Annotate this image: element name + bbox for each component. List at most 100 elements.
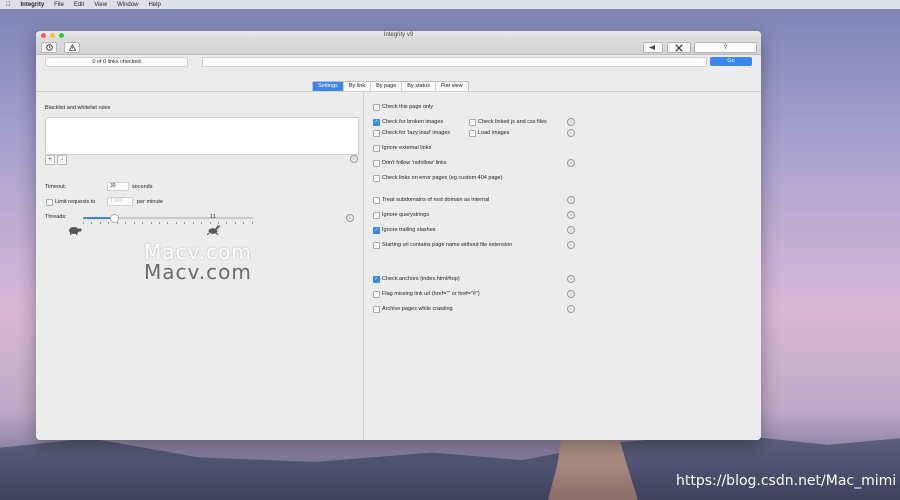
option-checkbox-14[interactable] — [373, 306, 380, 313]
option-checkbox-0[interactable] — [373, 104, 380, 111]
menu-window[interactable]: Window — [117, 2, 138, 8]
threads-slider-tick — [201, 222, 203, 224]
tab-flat-view[interactable]: Flat view — [436, 82, 468, 91]
option-info-icon-8[interactable]: i — [567, 196, 575, 204]
threads-max-label: 11 — [210, 214, 216, 220]
app-window: Integrity v9 ? 0 of 0 links checked Go S… — [36, 31, 761, 440]
option-label-1: Check for broken images — [382, 119, 444, 125]
rules-label: Blacklist and whitelist rules — [45, 105, 111, 111]
progress-row: 0 of 0 links checked Go — [36, 55, 761, 70]
tab-by-page[interactable]: By page — [371, 82, 403, 91]
option-label-6: Don't follow 'nofollow' links — [382, 160, 447, 166]
tab-settings[interactable]: Settings — [313, 82, 344, 91]
threads-slider-tick — [83, 222, 84, 224]
clock-button[interactable] — [41, 42, 57, 53]
hare-icon — [207, 225, 221, 235]
links-checked-status: 0 of 0 links checked — [45, 57, 188, 67]
menu-file[interactable]: File — [54, 2, 64, 8]
option-info-icon-2[interactable]: i — [567, 118, 575, 126]
window-title: Integrity v9 — [383, 32, 414, 38]
threads-slider-tick — [125, 222, 127, 224]
limit-requests-checkbox[interactable] — [46, 199, 53, 206]
help-button[interactable]: ? — [694, 42, 757, 53]
url-input[interactable] — [202, 57, 707, 67]
option-checkbox-13[interactable] — [373, 291, 380, 298]
threads-slider-tick — [142, 222, 144, 224]
threads-label: Threads: — [45, 214, 67, 220]
threads-slider-tick — [108, 222, 110, 224]
right-settings-pane: Check this page only ✓ Check for broken … — [364, 92, 761, 440]
megaphone-icon — [649, 44, 655, 51]
option-label-11: Starting url contains page name without … — [382, 242, 513, 248]
zoom-window-button[interactable] — [59, 33, 64, 38]
remove-rule-button[interactable]: - — [57, 155, 67, 165]
option-label-5: Ignore external links — [382, 145, 432, 151]
credit-url: https://blog.csdn.net/Mac_mimi — [676, 473, 897, 489]
option-info-icon-13[interactable]: i — [567, 290, 575, 298]
option-label-8: Treat subdomains of root domain as inter… — [382, 197, 490, 203]
threads-slider-tick — [91, 222, 93, 224]
timeout-label: Timeout: — [45, 184, 67, 190]
minimize-window-button[interactable] — [50, 33, 55, 38]
close-window-button[interactable] — [41, 33, 46, 38]
limit-requests-unit: per minute — [137, 199, 163, 205]
option-checkbox-10[interactable]: ✓ — [373, 227, 380, 234]
tab-by-link[interactable]: By link — [344, 82, 372, 91]
option-checkbox-7[interactable] — [373, 175, 380, 182]
option-info-icon-12[interactable]: i — [567, 275, 575, 283]
timeout-input[interactable]: 30 — [107, 182, 129, 191]
option-label-4: Load images — [478, 130, 510, 136]
threads-slider-tick — [184, 222, 186, 224]
threads-slider[interactable] — [83, 214, 253, 223]
option-label-14: Archive pages while crawling — [382, 306, 453, 312]
option-info-icon-4[interactable]: i — [567, 129, 575, 137]
threads-slider-tick — [234, 222, 236, 224]
apple-menu-icon[interactable]:  — [6, 2, 11, 8]
tools-icon — [675, 43, 683, 52]
tools-button[interactable] — [667, 42, 691, 53]
option-checkbox-2[interactable] — [469, 119, 476, 126]
option-checkbox-8[interactable] — [373, 197, 380, 204]
option-checkbox-3[interactable] — [373, 130, 380, 137]
threads-slider-tick — [116, 222, 118, 224]
option-info-icon-11[interactable]: i — [567, 241, 575, 249]
option-label-0: Check this page only — [382, 104, 434, 110]
option-info-icon-10[interactable]: i — [567, 226, 575, 234]
tab-by-status[interactable]: By status — [402, 82, 436, 91]
option-info-icon-9[interactable]: i — [567, 211, 575, 219]
add-rule-button[interactable]: + — [45, 155, 55, 165]
option-label-3: Check for 'lazy load' images — [382, 130, 451, 136]
threads-slider-ticks — [83, 222, 253, 224]
warning-button[interactable] — [64, 42, 80, 53]
option-checkbox-11[interactable] — [373, 242, 380, 249]
menu-app[interactable]: Integrity — [21, 2, 45, 8]
threads-slider-tick — [226, 222, 228, 224]
threads-slider-tick — [99, 222, 101, 224]
option-label-9: Ignore querystrings — [382, 212, 430, 218]
rules-list[interactable] — [45, 117, 359, 155]
limit-requests-input[interactable]: 1,000 — [107, 197, 133, 206]
option-checkbox-6[interactable] — [373, 160, 380, 167]
rules-info-icon[interactable]: i — [350, 155, 358, 163]
megaphone-button[interactable] — [643, 42, 663, 53]
go-button[interactable]: Go — [710, 57, 752, 66]
threads-slider-tick — [192, 222, 194, 224]
option-checkbox-4[interactable] — [469, 130, 476, 137]
warning-icon — [68, 44, 76, 51]
threads-info-icon[interactable]: i — [346, 214, 354, 222]
option-checkbox-1[interactable]: ✓ — [373, 119, 380, 126]
threads-slider-tick — [150, 222, 152, 224]
menu-help[interactable]: Help — [148, 2, 160, 8]
option-checkbox-5[interactable] — [373, 145, 380, 152]
option-label-10: Ignore trailing slashes — [382, 227, 436, 233]
option-checkbox-9[interactable] — [373, 212, 380, 219]
option-label-13: Flag missing link url (href="" or href="… — [382, 291, 480, 297]
menu-edit[interactable]: Edit — [74, 2, 84, 8]
option-info-icon-14[interactable]: i — [567, 305, 575, 313]
option-checkbox-12[interactable]: ✓ — [373, 276, 380, 283]
watermark-bottom: Macv.com — [144, 260, 252, 284]
threads-slider-tick — [243, 222, 245, 224]
menu-view[interactable]: View — [94, 2, 107, 8]
option-info-icon-6[interactable]: i — [567, 159, 575, 167]
menubar:  Integrity File Edit View Window Help — [0, 0, 900, 9]
